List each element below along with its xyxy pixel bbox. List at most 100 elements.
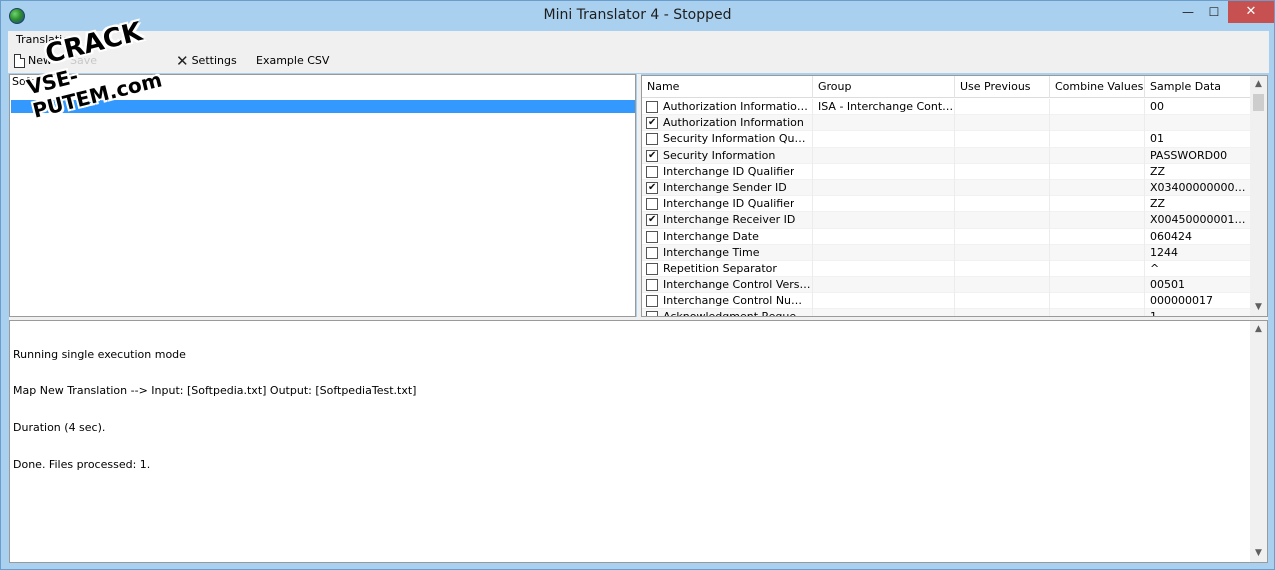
cell-name: Security Information Qualifier — [642, 131, 813, 148]
cell-name-label: Interchange Sender ID — [663, 180, 787, 194]
cell-use-previous[interactable] — [955, 179, 1050, 196]
cell-name-label: Authorization Information — [663, 116, 804, 130]
log-line: Done. Files processed: 1. — [13, 458, 151, 472]
column-header-combine-values[interactable]: Combine Values — [1050, 76, 1145, 98]
grid-header: Name Group Use Previous Combine Values S… — [642, 76, 1252, 98]
scroll-down-icon[interactable]: ▼ — [1250, 545, 1267, 562]
cell-combine-values[interactable] — [1050, 277, 1145, 294]
row-checkbox[interactable] — [646, 295, 658, 308]
cell-combine-values[interactable] — [1050, 260, 1145, 277]
scroll-thumb[interactable] — [1253, 94, 1264, 111]
cell-combine-values[interactable] — [1050, 163, 1145, 180]
table-row[interactable]: Interchange Date 060424 — [642, 228, 1252, 245]
table-row[interactable]: Authorization Information — [642, 115, 1252, 132]
row-checkbox[interactable] — [646, 101, 658, 113]
cell-group — [813, 244, 955, 261]
cell-use-previous[interactable] — [955, 147, 1050, 164]
cell-combine-values[interactable] — [1050, 99, 1145, 115]
table-row[interactable]: Interchange ID Qualifier ZZ — [642, 163, 1252, 180]
cell-name: Interchange ID Qualifier — [642, 163, 813, 180]
row-checkbox[interactable] — [646, 117, 658, 130]
row-checkbox[interactable] — [646, 198, 658, 211]
cell-combine-values[interactable] — [1050, 212, 1145, 229]
column-header-sample-data[interactable]: Sample Data — [1145, 76, 1252, 98]
column-header-group[interactable]: Group — [813, 76, 955, 98]
cell-group — [813, 228, 955, 245]
table-row[interactable]: Authorization Information Qu...ISA - Int… — [642, 99, 1252, 116]
cell-sample-data: 00 — [1145, 99, 1252, 115]
fields-grid: Name Group Use Previous Combine Values S… — [641, 75, 1268, 317]
cell-combine-values[interactable] — [1050, 179, 1145, 196]
cell-combine-values[interactable] — [1050, 131, 1145, 148]
cell-name: Interchange Time — [642, 244, 813, 261]
row-checkbox[interactable] — [646, 149, 658, 162]
table-row[interactable]: Interchange Sender ID X03400000000108 — [642, 179, 1252, 197]
scroll-up-icon[interactable]: ▲ — [1250, 76, 1267, 93]
grid-scrollbar[interactable]: ▲ ▼ — [1250, 76, 1267, 316]
table-row[interactable]: Acknowledgment Requested 1 — [642, 309, 1252, 316]
cell-use-previous[interactable] — [955, 99, 1050, 115]
cell-group — [813, 147, 955, 164]
table-row[interactable]: Interchange ID Qualifier ZZ — [642, 196, 1252, 213]
cell-combine-values[interactable] — [1050, 115, 1145, 132]
table-row[interactable]: Security Information PASSWORD00 — [642, 147, 1252, 164]
cell-use-previous[interactable] — [955, 277, 1050, 294]
row-checkbox[interactable] — [646, 214, 658, 227]
row-checkbox[interactable] — [646, 181, 658, 194]
cell-combine-values[interactable] — [1050, 293, 1145, 310]
row-checkbox[interactable] — [646, 133, 658, 146]
cell-combine-values[interactable] — [1050, 147, 1145, 164]
example-csv-label: Example CSV — [256, 54, 330, 67]
cell-name: Interchange Control Number — [642, 293, 813, 310]
scroll-down-icon[interactable]: ▼ — [1250, 299, 1267, 316]
cell-use-previous[interactable] — [955, 309, 1050, 316]
table-row[interactable]: Repetition Separator ^ — [642, 260, 1252, 278]
log-scrollbar[interactable]: ▲ ▼ — [1250, 321, 1267, 562]
column-header-use-previous[interactable]: Use Previous — [955, 76, 1050, 98]
cell-use-previous[interactable] — [955, 260, 1050, 277]
cell-sample-data: 1 — [1145, 309, 1252, 316]
log-line: Map New Translation --> Input: [Softpedi… — [13, 384, 417, 398]
close-button[interactable]: ✕ — [1228, 1, 1274, 23]
table-row[interactable]: Interchange Receiver ID X00450000001001 — [642, 212, 1252, 229]
row-checkbox[interactable] — [646, 262, 658, 275]
table-row[interactable]: Security Information Qualifier 01 — [642, 131, 1252, 148]
cell-group — [813, 293, 955, 310]
cell-sample-data: 060424 — [1145, 228, 1252, 245]
cell-name: Acknowledgment Requested — [642, 309, 813, 316]
column-header-name[interactable]: Name — [642, 76, 813, 98]
table-row[interactable]: Interchange Time 1244 — [642, 244, 1252, 261]
cell-use-previous[interactable] — [955, 212, 1050, 229]
table-row[interactable]: Interchange Control Version ... 00501 — [642, 277, 1252, 294]
row-checkbox[interactable] — [646, 230, 658, 243]
cell-use-previous[interactable] — [955, 293, 1050, 310]
example-csv-button[interactable]: Example CSV — [256, 52, 329, 69]
maximize-button[interactable]: ☐ — [1199, 1, 1229, 23]
cell-use-previous[interactable] — [955, 196, 1050, 213]
cell-combine-values[interactable] — [1050, 196, 1145, 213]
cell-use-previous[interactable] — [955, 244, 1050, 261]
scroll-up-icon[interactable]: ▲ — [1250, 321, 1267, 338]
translations-list[interactable]: Softpedia — [9, 74, 636, 317]
cell-sample-data: X00450000001001 — [1145, 212, 1252, 229]
row-checkbox[interactable] — [646, 246, 658, 259]
cell-sample-data — [1145, 115, 1252, 132]
row-checkbox[interactable] — [646, 165, 658, 178]
cell-use-previous[interactable] — [955, 115, 1050, 132]
cell-combine-values[interactable] — [1050, 309, 1145, 316]
log-output[interactable]: Running single execution mode Map New Tr… — [9, 320, 1268, 563]
cell-use-previous[interactable] — [955, 163, 1050, 180]
cell-name: Repetition Separator — [642, 260, 813, 277]
cell-group — [813, 115, 955, 132]
cell-group — [813, 260, 955, 277]
table-row[interactable]: Interchange Control Number 000000017 — [642, 293, 1252, 310]
cell-combine-values[interactable] — [1050, 228, 1145, 245]
cell-use-previous[interactable] — [955, 131, 1050, 148]
cell-name-label: Security Information Qualifier — [663, 132, 812, 146]
cell-name: Interchange Control Version ... — [642, 277, 813, 294]
cell-use-previous[interactable] — [955, 228, 1050, 245]
cell-combine-values[interactable] — [1050, 244, 1145, 261]
cell-name-label: Interchange Control Version ... — [663, 278, 812, 292]
row-checkbox[interactable] — [646, 279, 658, 292]
cell-name-label: Interchange ID Qualifier — [663, 164, 795, 178]
